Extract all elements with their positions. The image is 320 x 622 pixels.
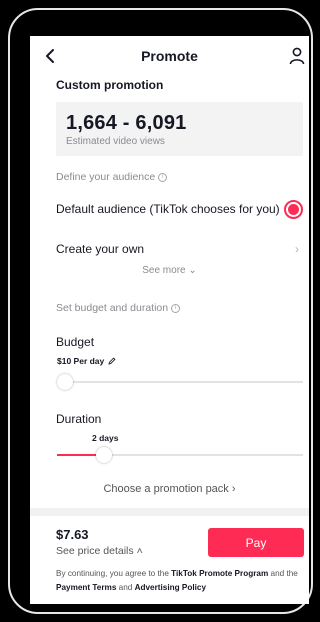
see-more-link[interactable]: See more ⌄ bbox=[30, 265, 309, 276]
pencil-icon[interactable] bbox=[108, 357, 116, 365]
see-more-label: See more bbox=[142, 265, 186, 276]
views-label: Estimated video views bbox=[66, 136, 165, 147]
budget-slider-track[interactable] bbox=[57, 381, 303, 383]
duration-slider-thumb[interactable] bbox=[96, 447, 113, 463]
views-range: 1,664 - 6,091 bbox=[66, 112, 187, 134]
pay-button[interactable]: Pay bbox=[208, 528, 304, 557]
budget-duration-label: Set budget and duration bbox=[56, 302, 169, 314]
budget-slider-thumb[interactable] bbox=[57, 374, 73, 390]
duration-value: 2 days bbox=[92, 433, 119, 443]
promotion-pack-label: Choose a promotion pack bbox=[103, 483, 229, 495]
budget-label: Budget bbox=[56, 335, 95, 349]
duration-label: Duration bbox=[56, 412, 102, 426]
budget-value[interactable]: $10 Per day bbox=[57, 356, 116, 366]
default-audience-radio[interactable] bbox=[284, 200, 303, 219]
define-audience-label: Define your audience bbox=[56, 171, 156, 183]
terms-mid1: and the bbox=[268, 569, 298, 578]
header: Promote bbox=[30, 36, 309, 76]
section-title: Custom promotion bbox=[56, 78, 164, 92]
info-icon[interactable]: i bbox=[158, 172, 168, 182]
promote-program-link[interactable]: TikTok Promote Program bbox=[171, 569, 268, 578]
default-audience-label[interactable]: Default audience (TikTok chooses for you… bbox=[56, 202, 280, 216]
chevron-right-icon[interactable]: › bbox=[295, 242, 299, 256]
terms-prefix: By continuing, you agree to the bbox=[56, 569, 172, 578]
total-price: $7.63 bbox=[56, 527, 89, 542]
advertising-policy-link[interactable]: Advertising Policy bbox=[135, 583, 206, 592]
phone-frame: Promote Custom promotion 1,664 - 6,091 E… bbox=[8, 8, 313, 614]
budget-duration-heading: Set budget and duration i bbox=[56, 302, 181, 314]
info-icon[interactable]: i bbox=[171, 303, 181, 313]
promotion-pack-link[interactable]: Choose a promotion pack › bbox=[30, 483, 309, 495]
page-title: Promote bbox=[141, 48, 198, 64]
chevron-down-icon: ⌄ bbox=[188, 265, 197, 276]
promote-screen: Promote Custom promotion 1,664 - 6,091 E… bbox=[30, 36, 309, 604]
chevron-left-icon[interactable] bbox=[44, 48, 58, 64]
create-your-own-option[interactable]: Create your own bbox=[56, 242, 144, 256]
radio-selected-dot bbox=[288, 204, 299, 215]
terms-mid2: and bbox=[116, 583, 135, 592]
budget-amount: $10 Per day bbox=[57, 356, 105, 366]
price-details-link[interactable]: See price details ˄ bbox=[56, 545, 143, 557]
chevron-right-icon: › bbox=[231, 483, 236, 495]
section-divider bbox=[30, 508, 309, 516]
payment-terms-link[interactable]: Payment Terms bbox=[56, 583, 116, 592]
terms-text: By continuing, you agree to the TikTok P… bbox=[56, 567, 306, 595]
person-icon[interactable] bbox=[289, 47, 305, 65]
estimated-views-panel: 1,664 - 6,091 Estimated video views bbox=[56, 102, 303, 156]
price-details-label: See price details bbox=[56, 545, 134, 557]
chevron-up-icon: ˄ bbox=[136, 545, 143, 557]
define-audience-heading: Define your audience i bbox=[56, 171, 168, 183]
